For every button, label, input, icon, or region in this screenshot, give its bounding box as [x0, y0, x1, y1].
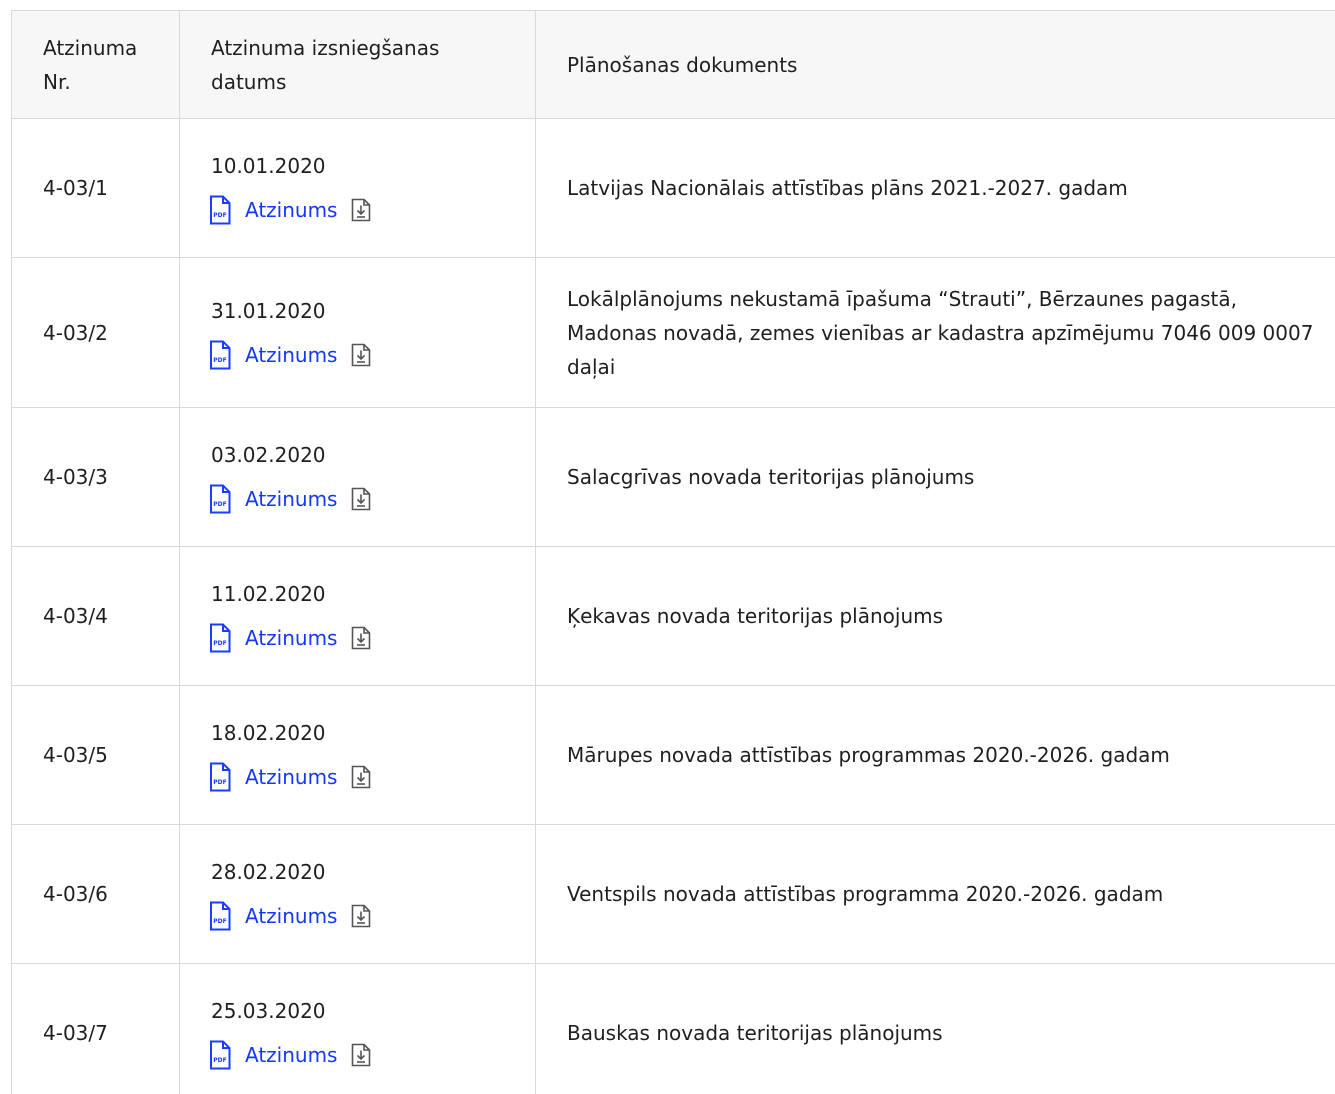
date-cell: 10.01.2020 PDF Atzinums	[179, 118, 536, 258]
header-issue-date: Atzinuma izsniegšanas datums	[179, 10, 536, 119]
opinion-number: 4-03/5	[11, 685, 180, 825]
table-header: Atzinuma Nr. Atzinuma izsniegšanas datum…	[11, 10, 1335, 119]
pdf-file-icon: PDF	[210, 340, 231, 369]
opinion-number: 4-03/3	[11, 407, 180, 547]
link-label: Atzinums	[245, 765, 338, 789]
pdf-file-icon: PDF	[210, 623, 231, 653]
pdf-file-icon: PDF	[210, 195, 231, 225]
table-row: 4-03/7 25.03.2020 PDF Atzinums Bauskas n…	[11, 963, 1335, 1094]
download-icon	[352, 904, 371, 928]
planning-document: Latvijas Nacionālais attīstības plāns 20…	[535, 118, 1335, 258]
opinions-table: Atzinuma Nr. Atzinuma izsniegšanas datum…	[11, 10, 1335, 1094]
planning-document: Ķekavas novada teritorijas plānojums	[535, 546, 1335, 686]
pdf-icon-text: PDF	[213, 357, 226, 364]
date-cell: 11.02.2020 PDF Atzinums	[179, 546, 536, 686]
link-label: Atzinums	[245, 198, 338, 222]
issue-date: 10.01.2020	[211, 154, 326, 178]
download-icon	[352, 343, 371, 366]
pdf-file-icon: PDF	[210, 1040, 231, 1070]
opinion-pdf-link[interactable]: PDF Atzinums	[209, 338, 515, 372]
pdf-file-icon: PDF	[210, 484, 231, 514]
opinion-number: 4-03/6	[11, 824, 180, 964]
opinion-pdf-link[interactable]: PDF Atzinums	[209, 899, 515, 933]
table-row: 4-03/5 18.02.2020 PDF Atzinums Mārupes n…	[11, 685, 1335, 825]
table-row: 4-03/1 10.01.2020 PDF Atzinums Latvijas …	[11, 118, 1335, 258]
date-cell: 25.03.2020 PDF Atzinums	[179, 963, 536, 1094]
planning-document: Salacgrīvas novada teritorijas plānojums	[535, 407, 1335, 547]
download-icon	[352, 765, 371, 789]
header-planning-document: Plānošanas dokuments	[535, 10, 1335, 119]
opinion-pdf-link[interactable]: PDF Atzinums	[209, 760, 515, 794]
issue-date: 25.03.2020	[211, 999, 326, 1023]
pdf-icon-text: PDF	[213, 918, 226, 925]
issue-date: 03.02.2020	[211, 443, 326, 467]
opinion-number: 4-03/7	[11, 963, 180, 1094]
table-row: 4-03/3 03.02.2020 PDF Atzinums Salacgrīv…	[11, 407, 1335, 547]
issue-date: 31.01.2020	[211, 298, 326, 323]
opinion-number: 4-03/2	[11, 257, 180, 408]
link-label: Atzinums	[245, 487, 338, 511]
planning-document: Lokālplānojums nekustamā īpašuma “Straut…	[535, 257, 1335, 408]
pdf-icon-text: PDF	[213, 212, 226, 219]
date-cell: 03.02.2020 PDF Atzinums	[179, 407, 536, 547]
page: Atzinuma Nr. Atzinuma izsniegšanas datum…	[0, 0, 1335, 1094]
date-cell: 31.01.2020 PDF Atzinums	[179, 257, 536, 408]
opinion-pdf-link[interactable]: PDF Atzinums	[209, 1038, 515, 1072]
planning-document: Bauskas novada teritorijas plānojums	[535, 963, 1335, 1094]
table-row: 4-03/6 28.02.2020 PDF Atzinums Ventspils…	[11, 824, 1335, 964]
pdf-icon-text: PDF	[213, 779, 226, 786]
opinion-number: 4-03/4	[11, 546, 180, 686]
planning-document: Mārupes novada attīstības programmas 202…	[535, 685, 1335, 825]
opinion-number: 4-03/1	[11, 118, 180, 258]
pdf-file-icon: PDF	[210, 901, 231, 931]
link-label: Atzinums	[245, 1043, 338, 1067]
link-label: Atzinums	[245, 626, 338, 650]
opinion-pdf-link[interactable]: PDF Atzinums	[209, 193, 515, 227]
header-opinion-number: Atzinuma Nr.	[11, 10, 180, 119]
date-cell: 28.02.2020 PDF Atzinums	[179, 824, 536, 964]
header-row: Atzinuma Nr. Atzinuma izsniegšanas datum…	[11, 10, 1335, 119]
link-label: Atzinums	[245, 904, 338, 928]
date-cell: 18.02.2020 PDF Atzinums	[179, 685, 536, 825]
pdf-icon-text: PDF	[213, 501, 226, 508]
opinion-pdf-link[interactable]: PDF Atzinums	[209, 621, 515, 655]
opinion-pdf-link[interactable]: PDF Atzinums	[209, 482, 515, 516]
download-icon	[352, 487, 371, 511]
download-icon	[352, 1043, 371, 1067]
pdf-icon-text: PDF	[213, 640, 226, 647]
table-row: 4-03/2 31.01.2020 PDF Atzinums Lokālplān…	[11, 257, 1335, 408]
issue-date: 28.02.2020	[211, 860, 326, 884]
issue-date: 18.02.2020	[211, 721, 326, 745]
download-icon	[352, 198, 371, 222]
table-row: 4-03/4 11.02.2020 PDF Atzinums Ķekavas n…	[11, 546, 1335, 686]
issue-date: 11.02.2020	[211, 582, 326, 606]
planning-document: Ventspils novada attīstības programma 20…	[535, 824, 1335, 964]
pdf-icon-text: PDF	[213, 1057, 226, 1064]
pdf-file-icon: PDF	[210, 762, 231, 792]
link-label: Atzinums	[245, 342, 338, 367]
download-icon	[352, 626, 371, 650]
table-body: 4-03/1 10.01.2020 PDF Atzinums Latvijas …	[11, 118, 1335, 1094]
